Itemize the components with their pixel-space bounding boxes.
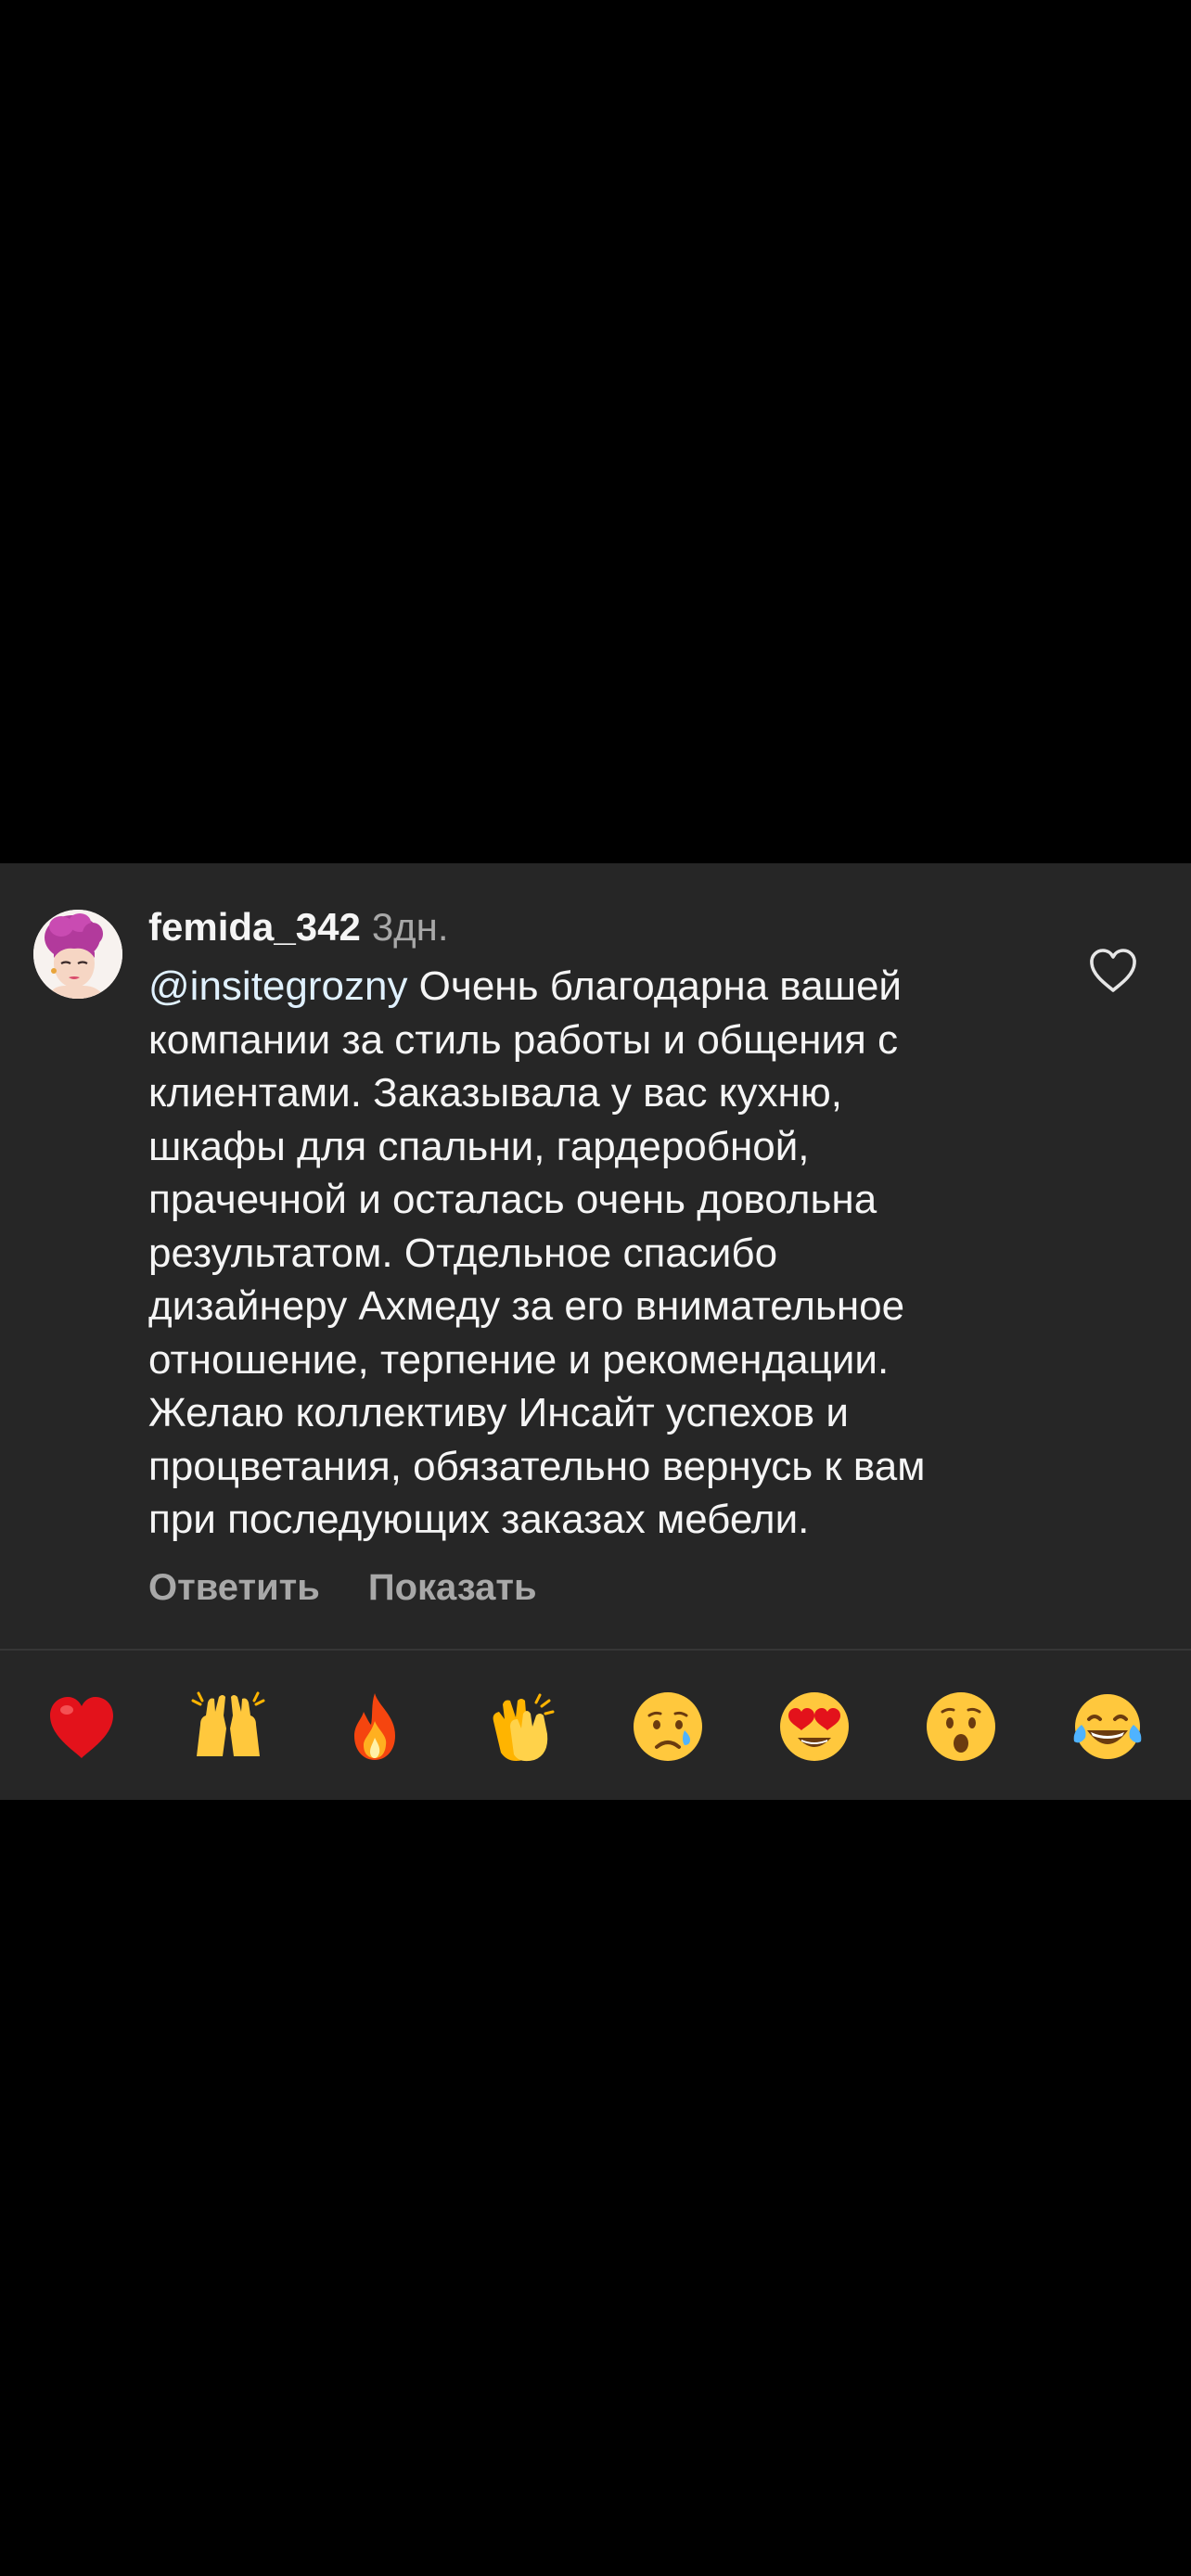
avatar[interactable] [33, 910, 122, 999]
comment-text: @insitegrozny Очень благодарна вашей ком… [148, 960, 1039, 1547]
raising-hands-emoji[interactable] [189, 1688, 267, 1766]
heart-outline-icon [1090, 949, 1136, 992]
comment-item: femida_342 3дн. @insitegrozny Очень благо… [0, 863, 1191, 1649]
reply-button[interactable]: Ответить [148, 1564, 320, 1611]
red-heart-emoji[interactable] [43, 1688, 121, 1766]
tears-of-joy-icon [1073, 1694, 1142, 1759]
emoji-reaction-bar [0, 1651, 1191, 1800]
comment-username[interactable]: femida_342 [148, 905, 361, 949]
fire-icon [354, 1693, 395, 1760]
comment-message: Очень благодарна вашей компании за стиль… [148, 963, 926, 1542]
surprised-face-emoji[interactable] [922, 1688, 1000, 1766]
comment-mention[interactable]: @insitegrozny [148, 963, 407, 1009]
heart-eyes-icon [780, 1692, 849, 1761]
heart-eyes-emoji[interactable] [775, 1688, 853, 1766]
red-heart-icon [50, 1697, 113, 1758]
comment-sheet: femida_342 3дн. @insitegrozny Очень благо… [0, 863, 1191, 1800]
avatar-illustration [33, 910, 122, 999]
raising-hands-icon [191, 1691, 265, 1756]
crying-face-icon [634, 1692, 702, 1761]
like-button[interactable] [1087, 947, 1139, 995]
comment-meta: femida_342 3дн. [148, 902, 1039, 952]
crying-face-emoji[interactable] [629, 1688, 707, 1766]
tears-of-joy-emoji[interactable] [1069, 1688, 1146, 1766]
show-translation-button[interactable]: Показать [368, 1564, 537, 1611]
surprised-face-icon [927, 1692, 995, 1761]
comment-actions: Ответить Показать [148, 1564, 537, 1611]
comment-body: femida_342 3дн. @insitegrozny Очень благо… [148, 902, 1039, 1547]
clapping-hands-emoji[interactable] [482, 1688, 560, 1766]
fire-emoji[interactable] [336, 1688, 414, 1766]
comment-time: 3дн. [371, 905, 449, 949]
clapping-hands-icon [493, 1693, 555, 1762]
